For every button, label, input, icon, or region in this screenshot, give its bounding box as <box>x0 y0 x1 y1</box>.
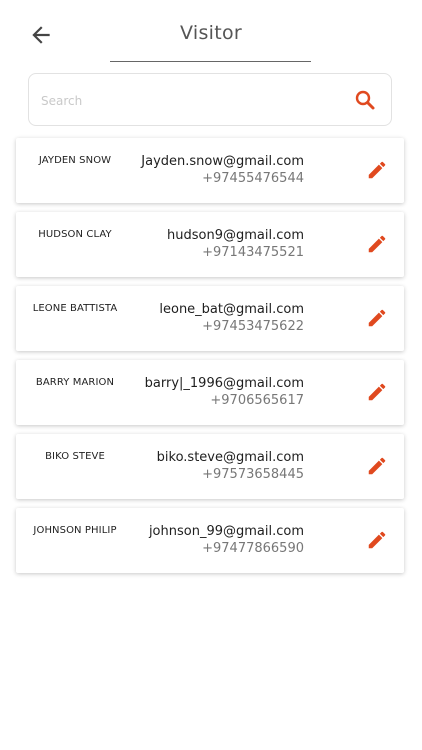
visitor-phone: +97573658445 <box>202 467 304 482</box>
visitor-email: Jayden.snow@gmail.com <box>141 154 304 169</box>
visitor-card[interactable]: LEONE BATTISTA leone_bat@gmail.com +9745… <box>16 286 404 351</box>
visitor-contact: biko.steve@gmail.com +97573658445 <box>157 449 304 483</box>
visitor-card[interactable]: BIKO STEVE biko.steve@gmail.com +9757365… <box>16 434 404 499</box>
visitor-phone: +97453475622 <box>202 319 304 334</box>
visitor-card[interactable]: JAYDEN SNOW Jayden.snow@gmail.com +97455… <box>16 138 404 203</box>
visitor-email: barry|_1996@gmail.com <box>144 376 304 391</box>
visitor-contact: barry|_1996@gmail.com +9706565617 <box>145 375 304 409</box>
visitor-phone: +97477866590 <box>202 541 304 556</box>
title-underline <box>110 61 311 62</box>
visitor-name: BARRY MARION <box>35 377 115 388</box>
search-icon[interactable] <box>353 88 377 112</box>
edit-pencil-icon[interactable] <box>366 529 388 551</box>
visitor-name: JAYDEN SNOW <box>38 155 112 166</box>
search-box <box>28 73 392 127</box>
visitor-list: JAYDEN SNOW Jayden.snow@gmail.com +97455… <box>16 138 404 582</box>
app-header: Visitor <box>0 0 422 70</box>
edit-pencil-icon[interactable] <box>366 233 388 255</box>
visitor-phone: +97455476544 <box>202 171 304 186</box>
visitor-phone: +9706565617 <box>210 393 304 408</box>
visitor-name: JOHNSON PHILIP <box>33 525 117 536</box>
visitor-name: LEONE BATTISTA <box>32 303 118 314</box>
visitor-name: BIKO STEVE <box>45 451 105 462</box>
visitor-contact: hudson9@gmail.com +97143475521 <box>167 227 304 261</box>
visitor-contact: Jayden.snow@gmail.com +97455476544 <box>141 153 304 187</box>
visitor-card[interactable]: JOHNSON PHILIP johnson_99@gmail.com +974… <box>16 508 404 573</box>
visitor-card[interactable]: BARRY MARION barry|_1996@gmail.com +9706… <box>16 360 404 425</box>
edit-pencil-icon[interactable] <box>366 307 388 329</box>
visitor-contact: johnson_99@gmail.com +97477866590 <box>149 523 304 557</box>
search-input[interactable] <box>39 74 343 127</box>
visitor-email: johnson_99@gmail.com <box>148 524 304 539</box>
page-title: Visitor <box>179 22 243 44</box>
visitor-phone: +97143475521 <box>202 245 304 260</box>
edit-pencil-icon[interactable] <box>366 159 388 181</box>
edit-pencil-icon[interactable] <box>366 381 388 403</box>
visitor-name: HUDSON CLAY <box>38 229 112 240</box>
edit-pencil-icon[interactable] <box>366 455 388 477</box>
visitor-card[interactable]: HUDSON CLAY hudson9@gmail.com +971434755… <box>16 212 404 277</box>
visitor-email: biko.steve@gmail.com <box>156 450 304 465</box>
visitor-email: leone_bat@gmail.com <box>159 302 304 317</box>
visitor-contact: leone_bat@gmail.com +97453475622 <box>159 301 304 335</box>
visitor-email: hudson9@gmail.com <box>167 228 304 243</box>
